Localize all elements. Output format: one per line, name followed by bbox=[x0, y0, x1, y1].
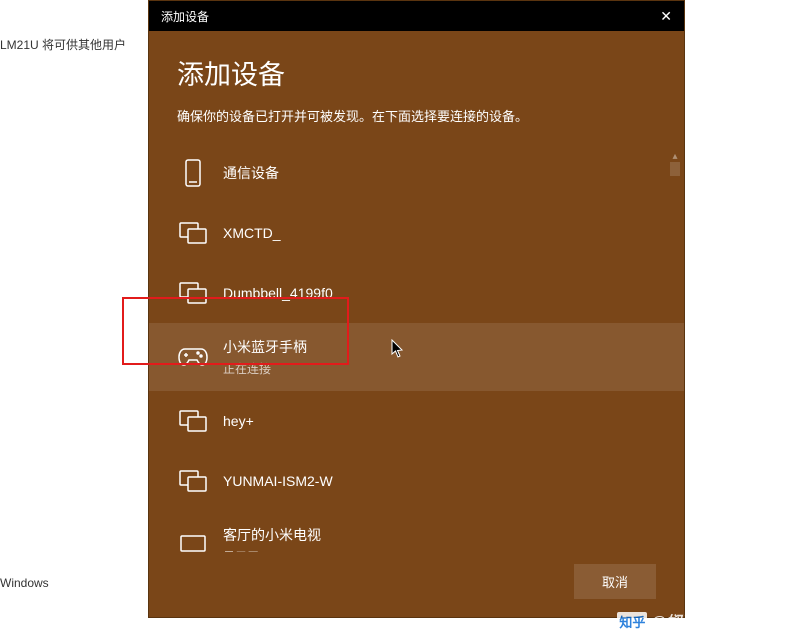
device-info: 通信设备 bbox=[223, 163, 279, 183]
dialog-content: 添加设备 确保你的设备已打开并可被发现。在下面选择要连接的设备。 通信设备 XM… bbox=[149, 31, 684, 552]
screens-icon bbox=[177, 217, 209, 249]
dialog-footer: 取消 bbox=[149, 552, 684, 617]
scrollbar-thumb[interactable] bbox=[670, 162, 680, 176]
scrollbar[interactable]: ▴ bbox=[668, 151, 682, 552]
device-name: 通信设备 bbox=[223, 163, 279, 183]
device-item-xmctd[interactable]: XMCTD_ bbox=[149, 203, 684, 263]
device-info: Dumbbell_4199f0 bbox=[223, 285, 333, 301]
screens-icon bbox=[177, 405, 209, 437]
device-name: hey+ bbox=[223, 413, 254, 429]
monitor-icon bbox=[177, 529, 209, 552]
screens-icon bbox=[177, 465, 209, 497]
scrollbar-up-icon[interactable]: ▴ bbox=[668, 151, 682, 162]
titlebar-title: 添加设备 bbox=[161, 8, 209, 25]
titlebar: 添加设备 ✕ bbox=[149, 1, 684, 31]
device-info: 小米蓝牙手柄 正在连接 bbox=[223, 337, 307, 377]
device-item-yunmai[interactable]: YUNMAI-ISM2-W bbox=[149, 451, 684, 511]
background-windows-text: Windows bbox=[0, 576, 49, 590]
device-info: XMCTD_ bbox=[223, 225, 281, 241]
device-list: 通信设备 XMCTD_ Dumbbell_4199f0 bbox=[149, 143, 684, 552]
dialog-title: 添加设备 bbox=[149, 53, 684, 92]
device-item-dumbbell[interactable]: Dumbbell_4199f0 bbox=[149, 263, 684, 323]
device-status: 显示屏 bbox=[223, 548, 321, 552]
close-button[interactable]: ✕ bbox=[642, 8, 672, 25]
device-name: Dumbbell_4199f0 bbox=[223, 285, 333, 301]
device-item-hey[interactable]: hey+ bbox=[149, 391, 684, 451]
background-device-text: LM21U 将可供其他用户 bbox=[0, 36, 126, 53]
dialog-subtitle: 确保你的设备已打开并可被发现。在下面选择要连接的设备。 bbox=[149, 106, 684, 125]
device-name: 客厅的小米电视 bbox=[223, 525, 321, 545]
phone-icon bbox=[177, 157, 209, 189]
device-name: 小米蓝牙手柄 bbox=[223, 337, 307, 357]
watermark: 知乎 @娴滴baba数码科技 bbox=[617, 611, 791, 632]
watermark-text: @娴滴baba数码科技 bbox=[651, 611, 791, 632]
add-device-dialog: 添加设备 ✕ 添加设备 确保你的设备已打开并可被发现。在下面选择要连接的设备。 … bbox=[148, 0, 685, 618]
device-info: YUNMAI-ISM2-W bbox=[223, 473, 333, 489]
device-name: XMCTD_ bbox=[223, 225, 281, 241]
cancel-button[interactable]: 取消 bbox=[574, 564, 656, 599]
device-item-xiaomi-gamepad[interactable]: 小米蓝牙手柄 正在连接 bbox=[149, 323, 684, 391]
device-info: hey+ bbox=[223, 413, 254, 429]
watermark-logo: 知乎 bbox=[617, 612, 647, 631]
device-name: YUNMAI-ISM2-W bbox=[223, 473, 333, 489]
device-info: 客厅的小米电视 显示屏 bbox=[223, 525, 321, 552]
device-item-communication[interactable]: 通信设备 bbox=[149, 143, 684, 203]
gamepad-icon bbox=[177, 341, 209, 373]
device-item-livingroom-tv[interactable]: 客厅的小米电视 显示屏 bbox=[149, 511, 684, 552]
screens-icon bbox=[177, 277, 209, 309]
device-status: 正在连接 bbox=[223, 360, 307, 377]
